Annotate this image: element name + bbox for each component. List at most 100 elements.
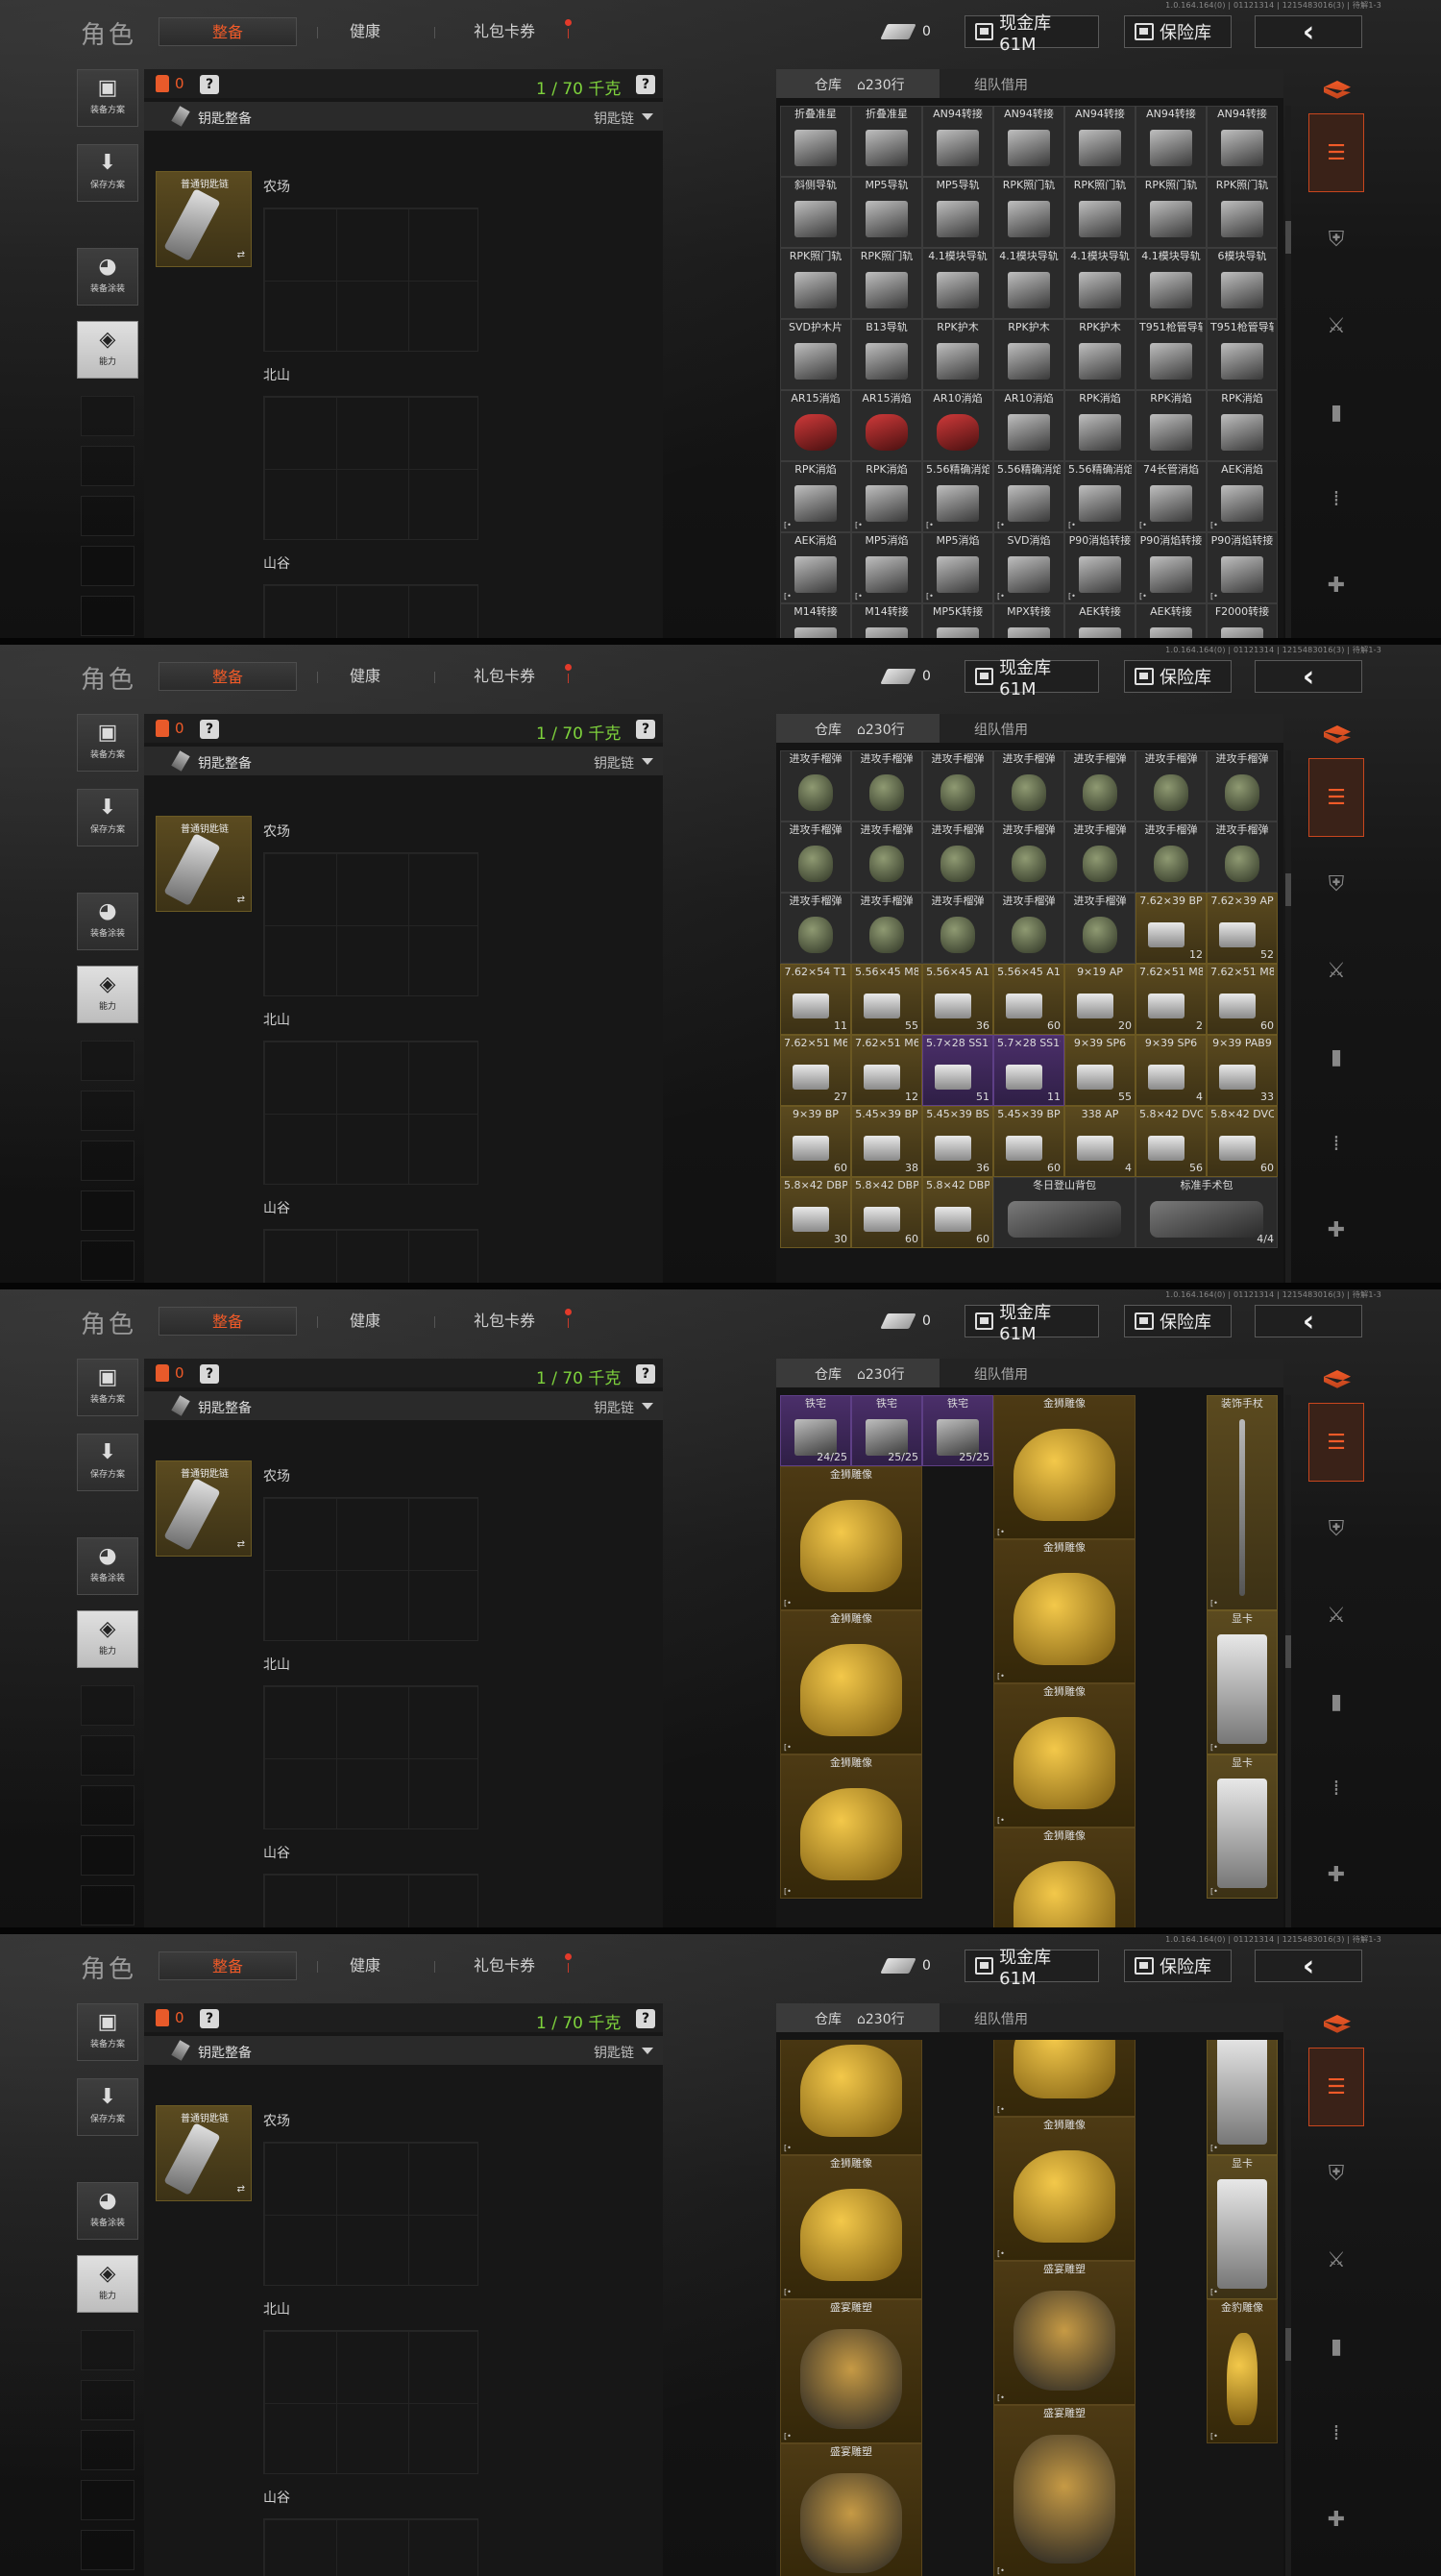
category-ammo[interactable]: ⁞ [1308, 459, 1364, 538]
category-armor[interactable]: ⛨ [1308, 845, 1364, 923]
ability-button[interactable]: ◈ 能力 [77, 2255, 138, 2313]
inventory-item[interactable]: 进攻手榴弹 [780, 750, 851, 822]
inventory-item[interactable]: RPK消焰 [1136, 390, 1207, 461]
key-prepare-row[interactable]: 钥匙整备 钥匙链 [144, 102, 663, 131]
cash-vault-button[interactable]: 现金库 61M [965, 658, 1099, 699]
sort-stack-icon[interactable] [1324, 81, 1351, 99]
key-slot-grid-north-mountain[interactable] [263, 396, 478, 540]
inventory-item[interactable]: RPK消焰 [1064, 390, 1136, 461]
inventory-item[interactable]: RPK护木 [1064, 319, 1136, 390]
swap-icon[interactable]: ⇄ [237, 1539, 245, 1550]
loadout-plan-button[interactable]: ▣ 装备方案 [77, 69, 138, 127]
category-medical[interactable]: ✚ [1308, 1190, 1364, 1269]
inventory-item[interactable]: 进攻手榴弹 [993, 893, 1064, 964]
inventory-item[interactable]: AR15消焰 [851, 390, 922, 461]
inventory-item[interactable]: 金狮雕像[• [993, 1683, 1136, 1828]
inventory-item[interactable]: 显卡[• [1207, 1610, 1278, 1754]
inventory-item[interactable]: 铁宅 25/25 [922, 1395, 993, 1466]
category-medical[interactable]: ✚ [1308, 1835, 1364, 1914]
category-weapons[interactable]: ⚔ [1308, 2220, 1364, 2299]
chevron-down-icon[interactable] [642, 758, 653, 765]
cash-vault-button[interactable]: 现金库 61M [965, 1303, 1099, 1344]
inventory-item[interactable]: AR10消焰 [922, 390, 993, 461]
inventory-item[interactable]: 进攻手榴弹 [851, 750, 922, 822]
inventory-item[interactable]: 4.1模块导轨 [1136, 248, 1207, 319]
inventory-item[interactable]: RPK护木 [993, 319, 1064, 390]
inventory-item[interactable]: 7.62×51 M80 60 [1207, 964, 1278, 1035]
inventory-item[interactable]: 5.7×28 SS190 11 [993, 1035, 1064, 1106]
inventory-item[interactable]: 7.62×51 M80 2 [1136, 964, 1207, 1035]
inventory-item[interactable]: 9×39 SP6 55 [1064, 1035, 1136, 1106]
category-weapons[interactable]: ⚔ [1308, 286, 1364, 365]
category-medical[interactable]: ✚ [1308, 2480, 1364, 2559]
category-all[interactable]: ☰ [1308, 1403, 1364, 1482]
key-slot-grid-farm[interactable] [263, 1497, 478, 1641]
category-armor[interactable]: ⛨ [1308, 1489, 1364, 1568]
inventory-item[interactable]: MP5导轨 [922, 177, 993, 248]
help-icon[interactable]: ? [200, 2009, 219, 2028]
inventory-item[interactable]: 5.8×42 DBP88 60 [922, 1177, 993, 1248]
weight-help-icon[interactable]: ? [636, 75, 655, 94]
tab-team-borrow[interactable]: 组队借用 [974, 2009, 1028, 2028]
key-prepare-row[interactable]: 钥匙整备 钥匙链 [144, 747, 663, 775]
save-plan-button[interactable]: ⬇ 保存方案 [77, 1434, 138, 1491]
inventory-item[interactable]: 5.56×45 M855 55 [851, 964, 922, 1035]
inventory-item[interactable]: 金狮雕像[• [993, 2040, 1136, 2117]
tab-health[interactable]: 健康 [336, 662, 394, 691]
category-all[interactable]: ☰ [1308, 2048, 1364, 2126]
inventory-item[interactable]: 5.8×42 DBP88 30 [780, 1177, 851, 1248]
inventory-item[interactable]: RPK护木 [922, 319, 993, 390]
key-slot-grid-farm[interactable] [263, 852, 478, 996]
inventory-item[interactable]: 铁宅 24/25 [780, 1395, 851, 1466]
inventory-item[interactable]: 金豹雕像 [• [1207, 2299, 1278, 2443]
inventory-item[interactable]: 进攻手榴弹 [1064, 822, 1136, 893]
inventory-item[interactable]: 5.56×45 A1 60 [993, 964, 1064, 1035]
inventory-item[interactable]: 显卡[• [1207, 1754, 1278, 1899]
inventory-item[interactable]: 4.1模块导轨 [922, 248, 993, 319]
inventory-item[interactable]: 进攻手榴弹 [780, 893, 851, 964]
scrollbar-thumb[interactable] [1285, 873, 1291, 906]
swap-icon[interactable]: ⇄ [237, 895, 245, 905]
key-slot-grid-valley[interactable] [263, 1229, 478, 1288]
chevron-down-icon[interactable] [642, 1403, 653, 1410]
tab-warehouse[interactable]: 仓库 [815, 75, 842, 94]
warehouse-scrollbar[interactable] [1285, 1395, 1291, 1933]
warehouse-scrollbar[interactable] [1285, 750, 1291, 1288]
safe-vault-button[interactable]: 保险库 [1124, 1950, 1232, 1982]
inventory-item[interactable]: 折叠准星 [780, 106, 851, 177]
back-button[interactable]: ‹ [1255, 1305, 1362, 1338]
inventory-item[interactable]: 9×39 SP6 4 [1136, 1035, 1207, 1106]
category-magazines[interactable]: ▮ [1308, 2307, 1364, 2386]
inventory-item[interactable]: 5.45×39 BS 36 [922, 1106, 993, 1177]
inventory-item[interactable]: 装饰手杖 [• [1207, 1395, 1278, 1610]
category-all[interactable]: ☰ [1308, 113, 1364, 192]
warehouse-scrollbar[interactable] [1285, 2040, 1291, 2576]
inventory-item[interactable]: 7.62×51 M61 12 [851, 1035, 922, 1106]
inventory-item[interactable]: 进攻手榴弹 [922, 893, 993, 964]
inventory-item[interactable]: 金狮雕像[• [780, 2040, 922, 2155]
inventory-item[interactable]: 显卡[• [1207, 2040, 1278, 2155]
inventory-item[interactable]: 5.56精确消焰 [• [1064, 461, 1136, 532]
tab-gift-coupons[interactable]: 礼包卡券 [461, 662, 548, 691]
inventory-item[interactable]: AR15消焰 [780, 390, 851, 461]
inventory-item[interactable]: P90消焰转接 [• [1136, 532, 1207, 603]
inventory-item[interactable]: RPK消焰 [1207, 390, 1278, 461]
scrollbar-thumb[interactable] [1285, 221, 1291, 254]
inventory-item[interactable]: 4.1模块导轨 [993, 248, 1064, 319]
key-counter[interactable]: 0 [880, 664, 951, 689]
inventory-item[interactable]: T951枪管导轨 [1207, 319, 1278, 390]
inventory-item[interactable]: 进攻手榴弹 [780, 822, 851, 893]
inventory-item[interactable]: 5.8×42 DVC12 60 [1207, 1106, 1278, 1177]
inventory-item[interactable]: 盛宴雕塑[• [780, 2443, 922, 2576]
inventory-item[interactable]: AN94转接 [1207, 106, 1278, 177]
inventory-item[interactable]: 盛宴雕塑[• [780, 2299, 922, 2443]
scrollbar-thumb[interactable] [1285, 1635, 1291, 1668]
inventory-item[interactable]: 金狮雕像[• [780, 1754, 922, 1899]
inventory-item[interactable]: 标准手术包 4/4 [1136, 1177, 1278, 1248]
loadout-plan-button[interactable]: ▣ 装备方案 [77, 1359, 138, 1416]
tab-gift-coupons[interactable]: 礼包卡券 [461, 1307, 548, 1336]
save-plan-button[interactable]: ⬇ 保存方案 [77, 2078, 138, 2136]
inventory-item[interactable]: 5.56×45 A1 36 [922, 964, 993, 1035]
tab-warehouse[interactable]: 仓库 [815, 720, 842, 739]
back-button[interactable]: ‹ [1255, 15, 1362, 49]
